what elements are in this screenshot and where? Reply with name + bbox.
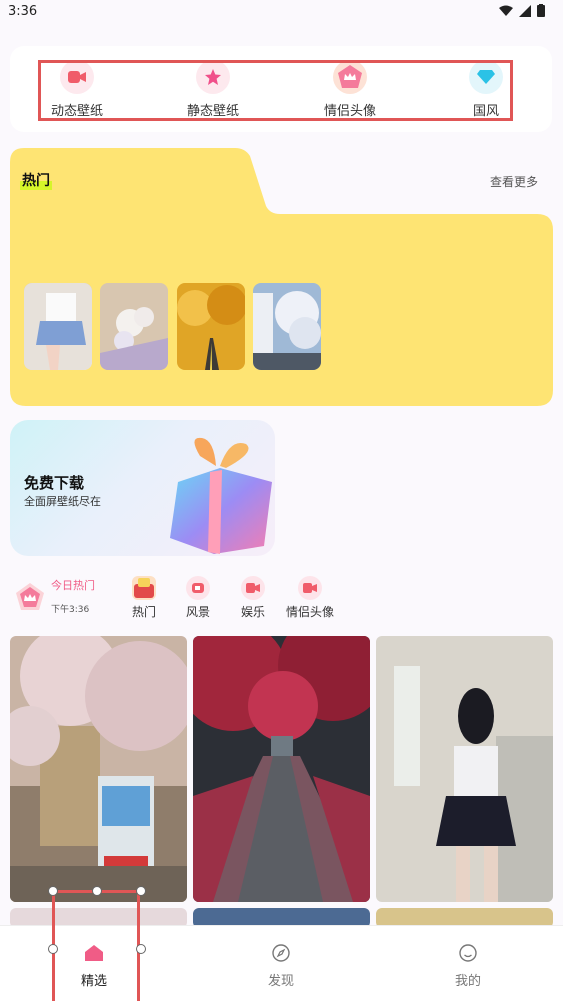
today-hot-time: 下午3:36	[51, 605, 90, 615]
tag-label: 风景	[185, 605, 210, 619]
status-bar: 3:36	[0, 0, 563, 26]
tag-row: 今日热门 下午3:36 热门 风景 娱乐 情侣头像	[10, 576, 553, 622]
hot-thumb-2[interactable]	[100, 283, 168, 370]
hot-icon	[132, 576, 156, 600]
hot-thumb-4[interactable]	[253, 283, 321, 370]
promo-title: 免费下载	[24, 474, 85, 492]
tag-landscape[interactable]: 风景	[178, 576, 218, 620]
see-more-link[interactable]: 查看更多	[490, 173, 538, 190]
wallpaper-selfie-girl[interactable]	[376, 636, 553, 902]
hot-title: 热门	[20, 170, 52, 190]
wifi-icon	[499, 5, 513, 16]
nav-label: 我的	[454, 974, 481, 989]
selection-handle[interactable]	[48, 944, 58, 954]
status-icons	[499, 4, 545, 17]
tag-label: 热门	[131, 605, 156, 619]
highlight-box	[38, 60, 513, 121]
today-hot-icon	[16, 583, 44, 610]
signal-icon	[519, 4, 531, 17]
hot-thumb-3[interactable]	[177, 283, 245, 370]
selection-handle[interactable]	[136, 886, 146, 896]
couple-icon	[298, 576, 322, 600]
status-time: 3:36	[8, 4, 38, 19]
nav-discover[interactable]: 发现	[241, 942, 321, 989]
tag-entertainment[interactable]: 娱乐	[233, 576, 273, 620]
promo-card[interactable]: 免费下载 全面屏壁纸尽在	[10, 420, 275, 556]
smile-icon	[428, 942, 508, 964]
nav-mine[interactable]: 我的	[428, 942, 508, 989]
landscape-icon	[186, 576, 210, 600]
promo-subtitle: 全面屏壁纸尽在	[24, 495, 101, 508]
selection-box	[52, 890, 140, 1001]
nav-label: 发现	[267, 974, 294, 989]
tag-couple[interactable]: 情侣头像	[285, 576, 335, 620]
tag-hot[interactable]: 热门	[124, 576, 164, 620]
wallpaper-cherry-street[interactable]	[10, 636, 187, 902]
wallpaper-red-maple-path[interactable]	[193, 636, 370, 902]
hot-thumb-1[interactable]	[24, 283, 92, 370]
compass-icon	[241, 942, 321, 964]
tag-label: 情侣头像	[285, 605, 334, 619]
today-hot-title: 今日热门	[51, 579, 95, 592]
entertainment-icon	[241, 576, 265, 600]
tag-label: 娱乐	[240, 605, 265, 619]
selection-handle[interactable]	[136, 944, 146, 954]
gift-icon	[170, 437, 272, 554]
selection-handle[interactable]	[48, 886, 58, 896]
battery-icon	[537, 4, 545, 17]
selection-handle[interactable]	[92, 886, 102, 896]
